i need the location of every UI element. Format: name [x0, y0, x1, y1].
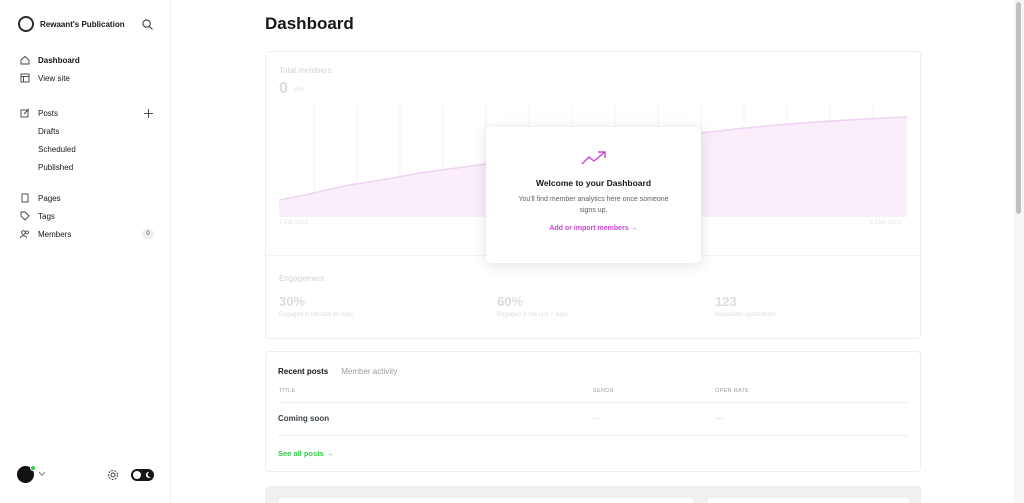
engagement-label: Engagement: [279, 274, 325, 283]
trending-up-icon: [581, 151, 606, 165]
sidebar-item-posts[interactable]: Posts: [20, 107, 58, 119]
table-divider: [278, 402, 908, 403]
column-header-open-rate: OPEN RATE: [715, 388, 750, 394]
sidebar-subitem-drafts[interactable]: Drafts: [38, 127, 59, 136]
newsletter-subscribers-label: Newsletter subscribers: [715, 312, 776, 318]
sidebar: Rewaant's Publication Dashboard View sit…: [0, 0, 171, 503]
sidebar-item-label: Posts: [38, 108, 59, 118]
chart-end-date: 6 May 2023: [870, 220, 902, 226]
post-sends-cell: —: [593, 414, 601, 423]
toggle-knob: [133, 471, 141, 479]
app: Rewaant's Publication Dashboard View sit…: [0, 0, 1024, 503]
members-icon: [20, 230, 29, 239]
engagement-30d-label: Engaged in the last 30 days: [279, 312, 354, 318]
sidebar-item-label: View site: [38, 73, 70, 83]
sidebar-item-label: Members: [38, 229, 72, 239]
sidebar-subitem-scheduled[interactable]: Scheduled: [38, 145, 76, 154]
recent-tabs: Recent posts Member activity: [278, 367, 397, 376]
scrollbar[interactable]: [1014, 0, 1024, 503]
sidebar-item-label: Pages: [38, 193, 61, 203]
see-all-posts-link[interactable]: See all posts →: [278, 449, 333, 458]
total-members-change: 0%: [295, 87, 304, 93]
next-card-right: [708, 498, 909, 503]
sidebar-item-pages[interactable]: Pages: [20, 192, 61, 204]
online-status-dot: [30, 465, 36, 471]
members-count-badge: 0: [142, 229, 154, 239]
page-title: Dashboard: [265, 14, 354, 33]
table-divider: [278, 435, 908, 436]
welcome-title: Welcome to your Dashboard: [535, 178, 652, 188]
sidebar-item-label: Dashboard: [38, 55, 80, 65]
post-open-rate-cell: —: [715, 414, 723, 423]
next-card-left: [279, 498, 693, 503]
gear-icon[interactable]: [107, 469, 119, 481]
publication-name: Rewaant's Publication: [40, 19, 125, 29]
tab-recent-posts[interactable]: Recent posts: [278, 367, 328, 376]
engagement-7d-value: 60%: [497, 294, 524, 309]
total-members-value: 0: [279, 80, 288, 97]
total-members-label: Total members: [279, 66, 332, 75]
tab-member-activity[interactable]: Member activity: [341, 367, 397, 376]
welcome-text: You'll find member analytics here once s…: [518, 196, 669, 214]
scrollbar-thumb[interactable]: [1016, 2, 1021, 214]
engagement-7d-label: Engaged in the last 7 days: [497, 312, 568, 318]
column-header-title: TITLE: [279, 388, 296, 394]
sidebar-item-members[interactable]: Members: [20, 228, 71, 240]
column-header-sends: SENDS: [593, 388, 614, 394]
sidebar-item-label: Tags: [38, 211, 55, 221]
sidebar-subitem-published[interactable]: Published: [38, 163, 73, 172]
search-icon[interactable]: [142, 19, 153, 30]
plus-icon[interactable]: [143, 108, 154, 119]
welcome-popup: Welcome to your Dashboard You'll find me…: [486, 127, 701, 263]
sidebar-item-view-site[interactable]: View site: [20, 72, 70, 84]
post-title-cell[interactable]: Coming soon: [278, 414, 329, 423]
newsletter-subscribers-value: 123: [715, 294, 737, 309]
tag-icon: [20, 211, 30, 221]
chevron-down-icon[interactable]: [38, 471, 46, 477]
chart-start-date: 7 Apr 2023: [279, 220, 309, 226]
sidebar-item-dashboard[interactable]: Dashboard: [20, 54, 80, 66]
sidebar-item-tags[interactable]: Tags: [20, 210, 55, 222]
edit-icon: [20, 108, 30, 118]
moon-icon: [145, 471, 151, 478]
publication-logo-icon: [18, 16, 34, 32]
publication-brand[interactable]: Rewaant's Publication: [18, 16, 125, 32]
engagement-30d-value: 30%: [279, 294, 306, 309]
pages-icon: [21, 193, 29, 203]
add-import-members-link[interactable]: Add or import members →: [486, 225, 701, 232]
home-icon: [20, 55, 30, 65]
theme-toggle[interactable]: [131, 469, 154, 481]
layout-icon: [20, 73, 30, 83]
